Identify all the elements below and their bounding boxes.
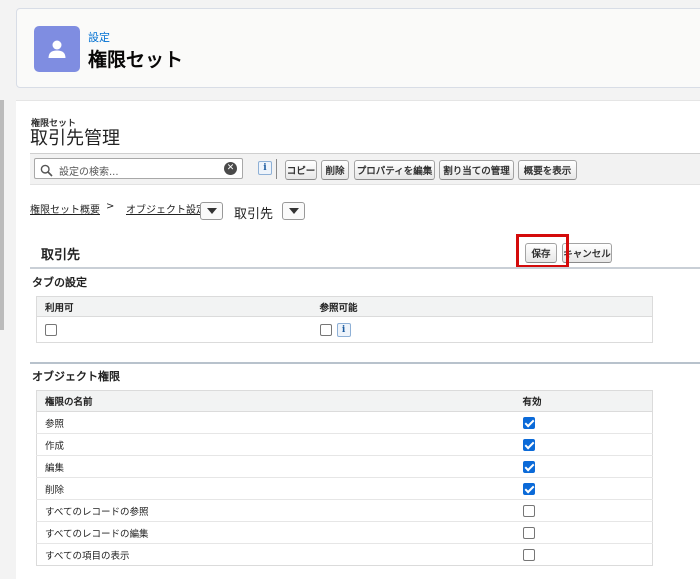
- copy-button[interactable]: コピー: [285, 160, 317, 180]
- permission-enabled-checkbox[interactable]: [522, 416, 535, 429]
- delete-button[interactable]: 削除: [321, 160, 349, 180]
- permissions-rows: 参照 作成 編集 削除 すべてのレコードの参照 すべてのレコードの編集すべての項目の表示: [36, 411, 653, 566]
- permission-enabled-cell: [514, 477, 653, 500]
- column-header: 参照可能: [311, 296, 653, 317]
- page-title: 権限セット: [88, 49, 184, 71]
- permission-enabled-cell: [514, 411, 653, 434]
- info-icon[interactable]: i: [336, 322, 351, 337]
- permission-enabled-cell: [515, 544, 653, 566]
- object-dropdown[interactable]: [282, 202, 305, 220]
- info-icon[interactable]: i: [258, 161, 272, 175]
- search-input[interactable]: 設定の検索... ✕: [34, 158, 243, 179]
- table-row: すべての項目の表示: [37, 544, 653, 566]
- object-permissions-title: オブジェクト権限: [32, 370, 120, 383]
- breadcrumb-separator: >: [106, 201, 115, 212]
- table-row: 作成: [36, 433, 653, 456]
- tab-available-checkbox[interactable]: [45, 323, 57, 336]
- table-row: 編集: [36, 455, 653, 478]
- permission-name: すべてのレコードの編集: [36, 521, 515, 544]
- breadcrumb-object-settings-link[interactable]: オブジェクト設定: [126, 201, 206, 216]
- search-icon: [40, 162, 53, 181]
- permission-enabled-cell: [514, 521, 653, 544]
- header-breadcrumb[interactable]: 設定: [88, 29, 110, 45]
- permission-name: 参照: [36, 411, 515, 434]
- tab-settings-table: 利用可 参照可能 i: [36, 296, 653, 343]
- toolbar-divider: [276, 159, 277, 179]
- chevron-down-icon: [288, 208, 299, 214]
- permission-name: 編集: [36, 455, 515, 478]
- table-row: すべてのレコードの編集: [36, 521, 653, 544]
- view-summary-button[interactable]: 概要を表示: [518, 160, 577, 180]
- setup-header: 設定 権限セット: [16, 8, 700, 88]
- object-permissions-table: 権限の名前 有効 参照 作成 編集 削除 すべてのレコードの参照 すべてのレコードの編集す…: [36, 390, 653, 566]
- manage-assignments-button[interactable]: 割り当ての管理: [439, 160, 514, 180]
- permission-enabled-checkbox[interactable]: [522, 482, 535, 495]
- save-highlight-box: [516, 234, 569, 268]
- permission-enabled-checkbox[interactable]: [522, 460, 535, 473]
- table-row: 削除: [36, 477, 653, 500]
- permission-enabled-checkbox[interactable]: [522, 504, 535, 517]
- permission-name: すべてのレコードの参照: [36, 499, 515, 522]
- object-title: 取引先: [41, 248, 81, 263]
- permission-enabled-cell: [514, 455, 653, 478]
- edit-properties-button[interactable]: プロパティを編集: [354, 160, 435, 180]
- permission-enabled-checkbox[interactable]: [522, 548, 535, 561]
- permission-enabled-checkbox[interactable]: [522, 438, 535, 451]
- permission-enabled-checkbox[interactable]: [522, 526, 535, 539]
- breadcrumb-current: 取引先: [234, 207, 274, 222]
- breadcrumb-overview-link[interactable]: 権限セット概要: [30, 201, 100, 216]
- column-header: 利用可: [36, 296, 312, 317]
- permission-set-name: 取引先管理: [30, 128, 120, 149]
- scroll-edge: [0, 100, 4, 330]
- tab-visible-checkbox[interactable]: [319, 323, 332, 336]
- permission-name: 作成: [36, 433, 515, 456]
- search-placeholder: 設定の検索...: [59, 167, 119, 178]
- table-row: 参照: [36, 411, 653, 434]
- clear-search-icon[interactable]: ✕: [224, 162, 237, 175]
- permission-enabled-cell: [514, 433, 653, 456]
- object-header-rule: [30, 267, 700, 269]
- column-header: 権限の名前: [36, 390, 515, 412]
- column-header: 有効: [514, 390, 653, 412]
- cancel-button[interactable]: キャンセル: [562, 243, 612, 263]
- page: 設定 権限セット 権限セット 取引先管理 設定の検索... ✕ i コピー 削除…: [0, 0, 700, 579]
- permission-name: 削除: [36, 477, 515, 500]
- object-settings-dropdown[interactable]: [200, 202, 223, 220]
- permission-enabled-cell: [514, 499, 653, 522]
- chevron-down-icon: [206, 208, 217, 214]
- tab-settings-title: タブの設定: [32, 276, 87, 289]
- user-icon: [34, 26, 80, 72]
- table-row: すべてのレコードの参照: [36, 499, 653, 522]
- section-divider: [30, 362, 700, 364]
- permission-name: すべての項目の表示: [45, 550, 130, 562]
